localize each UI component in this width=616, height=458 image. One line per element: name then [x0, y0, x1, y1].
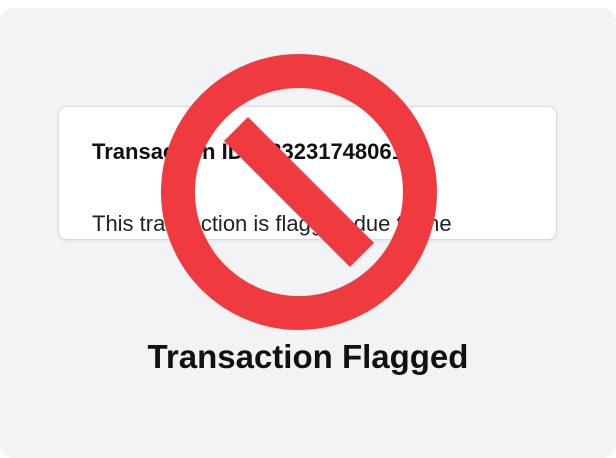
flagged-panel: Transaction ID: 0832317480618 This trans… — [0, 8, 616, 458]
prohibited-icon — [161, 54, 437, 330]
status-caption: Transaction Flagged — [147, 338, 469, 375]
